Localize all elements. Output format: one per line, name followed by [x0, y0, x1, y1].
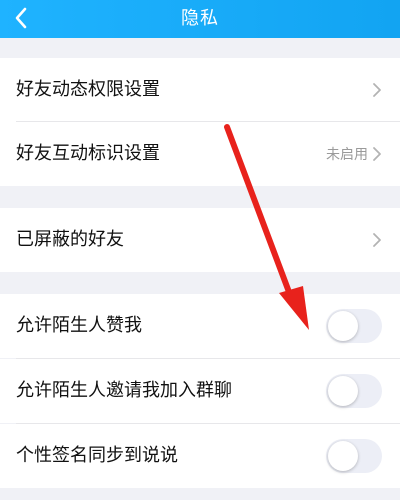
toggle-knob — [328, 311, 358, 341]
row-friend-interaction-badge[interactable]: 好友互动标识设置 未启用 — [0, 122, 400, 186]
page-title: 隐私 — [181, 8, 219, 29]
toggle-knob — [328, 376, 358, 406]
row-sync-signature: 个性签名同步到说说 — [0, 424, 400, 488]
chevron-right-icon — [373, 147, 381, 161]
chevron-right-icon — [373, 83, 381, 97]
chevron-right-icon — [373, 233, 381, 247]
nav-header: 隐私 — [0, 0, 400, 38]
row-label: 好友互动标识设置 — [16, 143, 160, 164]
row-allow-stranger-group-invite: 允许陌生人邀请我加入群聊 — [0, 359, 400, 423]
toggle-knob — [328, 441, 358, 471]
row-label: 已屏蔽的好友 — [16, 229, 124, 250]
row-label: 个性签名同步到说说 — [16, 445, 178, 466]
allow-stranger-group-invite-toggle[interactable] — [326, 374, 382, 408]
row-label: 好友动态权限设置 — [16, 79, 160, 100]
allow-stranger-like-toggle[interactable] — [326, 309, 382, 343]
row-allow-stranger-like: 允许陌生人赞我 — [0, 294, 400, 358]
row-label: 允许陌生人赞我 — [16, 315, 142, 336]
row-blocked-friends[interactable]: 已屏蔽的好友 — [0, 208, 400, 272]
sync-signature-toggle[interactable] — [326, 439, 382, 473]
row-label: 允许陌生人邀请我加入群聊 — [16, 380, 232, 401]
status-value: 未启用 — [326, 147, 368, 163]
row-friend-feed-permission[interactable]: 好友动态权限设置 — [0, 58, 400, 122]
